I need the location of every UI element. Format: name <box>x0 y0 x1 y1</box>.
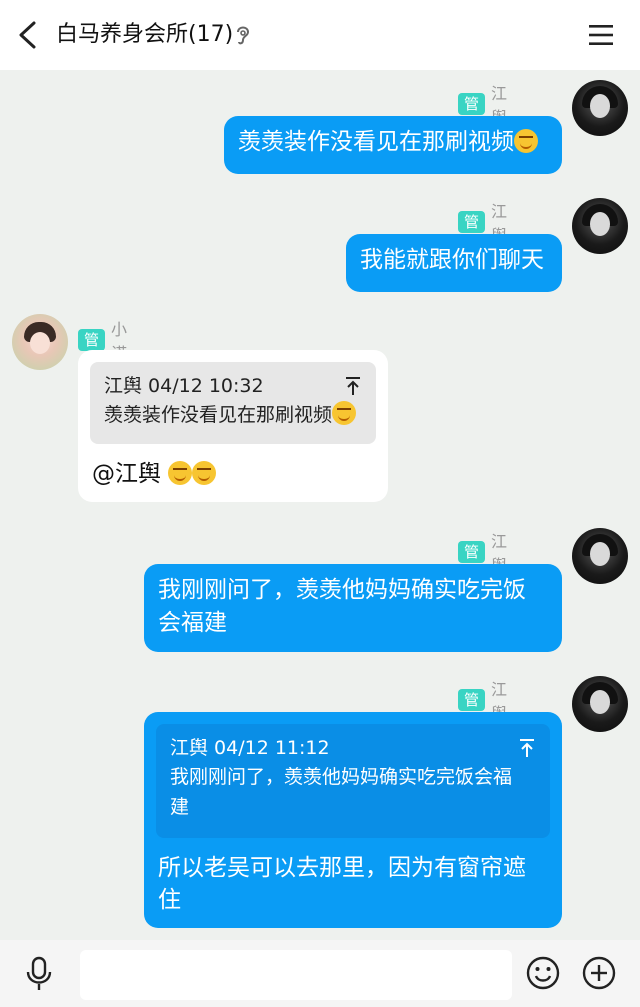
avatar[interactable] <box>572 528 628 584</box>
avatar[interactable] <box>572 198 628 254</box>
admin-badge: 管理员 <box>458 689 486 753</box>
message-text: 我刚刚问了，羡羡他妈妈确实吃完饭 <box>158 577 526 603</box>
chat-header: 白马养身会所(17) <box>0 0 640 70</box>
menu-icon[interactable] <box>588 22 614 48</box>
message-text: @江舆 <box>92 458 217 490</box>
message-bubble[interactable]: 羡羡装作没看见在那刷视频 <box>224 116 562 174</box>
laughing-emoji-icon <box>192 461 217 485</box>
message-text: 所以老吴可以去那里，因为有窗帘遮 住 <box>158 855 526 913</box>
message-input[interactable] <box>80 950 512 1000</box>
avatar[interactable] <box>12 314 68 370</box>
message-bubble[interactable]: 江舆 04/12 11:12 我刚刚问了，羡羡他妈妈确实吃完饭会福 建 所以老吴… <box>144 712 562 928</box>
laughing-emoji-icon <box>332 401 357 425</box>
message-text: 我能就跟你们聊天 <box>360 247 544 273</box>
message-text: 会福建 <box>158 610 227 636</box>
quote-text: 建 <box>170 796 190 818</box>
back-icon[interactable] <box>14 20 42 50</box>
avatar[interactable] <box>572 676 628 732</box>
quote-header: 江舆 04/12 10:32 <box>104 375 264 397</box>
microphone-icon[interactable] <box>24 956 54 992</box>
admin-badge: 管理员 <box>78 329 106 393</box>
ear-icon <box>237 26 250 45</box>
message-bubble[interactable]: 江舆 04/12 10:32 羡羡装作没看见在那刷视频 @江舆 <box>78 350 388 502</box>
chat-title[interactable]: 白马养身会所(17) <box>56 18 233 52</box>
jump-to-icon[interactable] <box>344 376 362 396</box>
admin-badge: 管理员 <box>458 93 486 157</box>
quote-text: 我刚刚问了，羡羡他妈妈确实吃完饭会福 <box>170 766 513 788</box>
message-bubble[interactable]: 我能就跟你们聊天 <box>346 234 562 292</box>
quoted-message[interactable]: 江舆 04/12 11:12 我刚刚问了，羡羡他妈妈确实吃完饭会福 建 <box>156 724 550 838</box>
quote-text: 羡羡装作没看见在那刷视频 <box>104 400 362 430</box>
avatar[interactable] <box>572 80 628 136</box>
emoji-icon[interactable] <box>526 956 560 990</box>
message-bubble[interactable]: 我刚刚问了，羡羡他妈妈确实吃完饭 会福建 <box>144 564 562 652</box>
laughing-emoji-icon <box>514 129 538 153</box>
laughing-emoji-icon <box>168 461 193 485</box>
quote-header: 江舆 04/12 11:12 <box>170 737 330 759</box>
add-icon[interactable] <box>582 956 616 990</box>
admin-badge: 管理员 <box>458 211 486 275</box>
quoted-message[interactable]: 江舆 04/12 10:32 羡羡装作没看见在那刷视频 <box>90 362 376 444</box>
admin-badge: 管理员 <box>458 541 486 605</box>
message-text: 羡羡装作没看见在那刷视频 <box>238 129 514 155</box>
jump-to-icon[interactable] <box>518 738 536 758</box>
